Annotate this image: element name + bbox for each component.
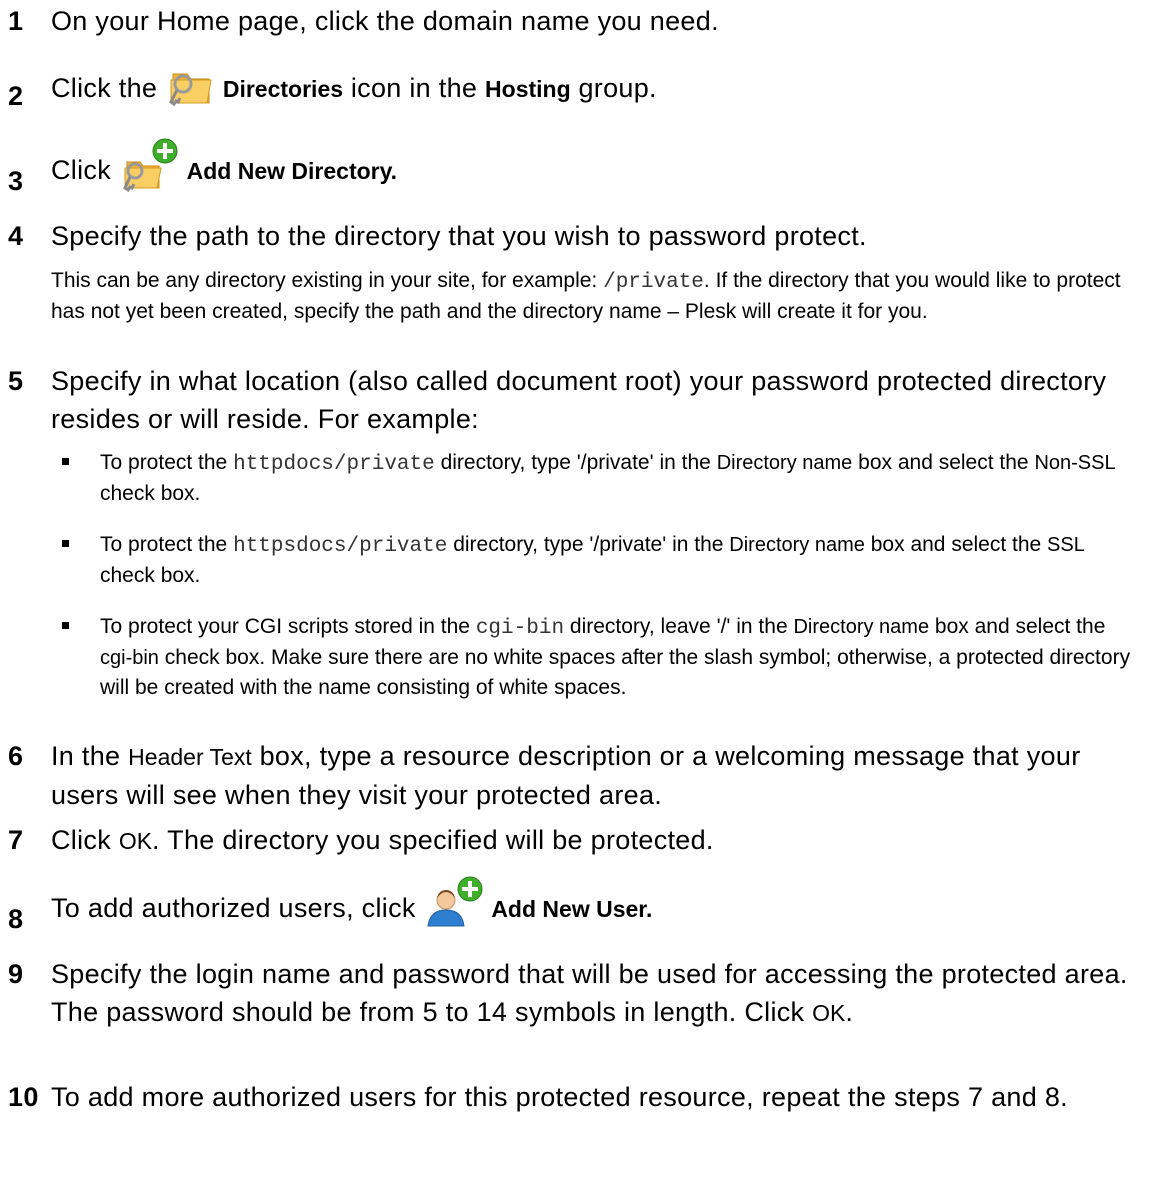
step-number: 1 bbox=[8, 6, 24, 36]
step-4: 4 Specify the path to the directory that… bbox=[8, 217, 1148, 255]
bullet-item: To protect the httpsdocs/private directo… bbox=[62, 530, 1142, 590]
step-number: 4 bbox=[8, 221, 24, 251]
step-number: 8 bbox=[8, 904, 24, 934]
step-3: 3 Click Add New Directory. bbox=[8, 138, 1148, 196]
hosting-label: Hosting bbox=[485, 76, 571, 103]
ok-label: OK bbox=[812, 1000, 846, 1026]
bullet-item: To protect the httpdocs/private director… bbox=[62, 448, 1142, 508]
step-text: Click the bbox=[51, 73, 158, 104]
step-10: 10 To add more authorized users for this… bbox=[8, 1078, 1148, 1116]
directories-label: Directories bbox=[222, 76, 344, 103]
add-new-directory-label: Add New Directory. bbox=[186, 158, 398, 185]
ok-label: OK bbox=[118, 828, 153, 854]
code-path: httpsdocs/private bbox=[233, 535, 448, 558]
step-number: 3 bbox=[8, 166, 24, 196]
step-text: Specify the path to the directory that y… bbox=[51, 221, 867, 251]
code-path: /private bbox=[603, 271, 704, 294]
folder-key-icon bbox=[165, 60, 215, 108]
step-1: 1 On your Home page, click the domain na… bbox=[8, 2, 1148, 40]
step-5: 5 Specify in what location (also called … bbox=[8, 362, 1148, 438]
code-path: httpdocs/private bbox=[233, 453, 435, 476]
instructions-document: 1 On your Home page, click the domain na… bbox=[0, 0, 1151, 1198]
step-number: 9 bbox=[8, 959, 24, 989]
step-number: 2 bbox=[8, 81, 24, 111]
step-number: 6 bbox=[8, 741, 24, 771]
add-new-user-label: Add New User. bbox=[491, 896, 653, 923]
step-9: 9 Specify the login name and password th… bbox=[8, 955, 1148, 1032]
header-text-label: Header Text bbox=[128, 744, 252, 770]
bullet-item: To protect your CGI scripts stored in th… bbox=[62, 612, 1142, 702]
step-text: On your Home page, click the domain name… bbox=[51, 6, 719, 36]
bullet-marker bbox=[62, 540, 69, 547]
step-text: Click bbox=[51, 155, 111, 186]
code-path: cgi-bin bbox=[475, 617, 565, 640]
step-text: Specify in what location (also called do… bbox=[51, 366, 1107, 434]
step-4-note: This can be any directory existing in yo… bbox=[51, 269, 1121, 323]
step-number: 5 bbox=[8, 366, 24, 396]
step-number: 10 bbox=[8, 1082, 39, 1112]
add-user-icon bbox=[424, 876, 484, 932]
step-7: 7 Click OK. The directory you specified … bbox=[8, 821, 1148, 860]
step-text: To add more authorized users for this pr… bbox=[51, 1082, 1068, 1112]
step-number: 7 bbox=[8, 825, 24, 855]
bullet-marker bbox=[62, 622, 69, 629]
step-8: 8 To add authorized users, click Add New… bbox=[8, 876, 1148, 934]
step-6: 6 In the Header Text box, type a resourc… bbox=[8, 737, 1148, 814]
add-directory-icon bbox=[119, 138, 179, 194]
step-2: 2 Click the Directories icon in the Host… bbox=[8, 66, 1148, 114]
bullet-marker bbox=[62, 458, 69, 465]
